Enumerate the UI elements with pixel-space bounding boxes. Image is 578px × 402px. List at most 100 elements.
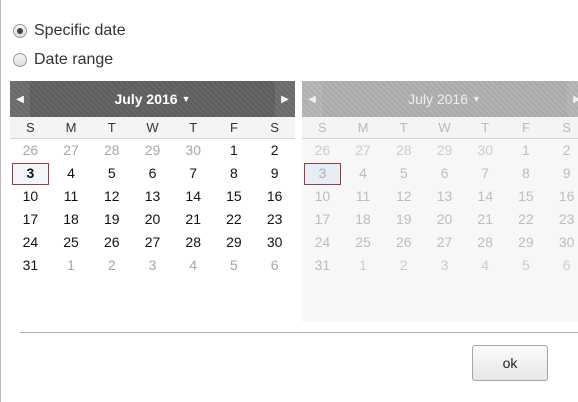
day-cell[interactable]: 12 (91, 185, 132, 208)
day-number: 2 (270, 142, 279, 158)
day-cell[interactable]: 14 (173, 185, 214, 208)
adjacent-month-day-cell: 4 (465, 254, 506, 277)
day-number: 5 (399, 165, 408, 181)
day-cell[interactable]: 29 (214, 231, 255, 254)
month-year-dropdown[interactable]: July 2016 ▼ (115, 91, 191, 107)
day-number: 27 (144, 234, 161, 250)
day-cell[interactable]: 15 (214, 185, 255, 208)
calendar-week-row: 10 11 12 13 14 15 16 (10, 185, 295, 208)
radio-button-checked[interactable] (13, 24, 27, 38)
day-cell[interactable]: 2 (254, 139, 295, 162)
adjacent-month-day-cell[interactable]: 4 (173, 254, 214, 277)
day-number: 5 (522, 257, 530, 273)
adjacent-month-day-cell[interactable]: 3 (132, 254, 173, 277)
adjacent-month-day-cell[interactable]: 6 (254, 254, 295, 277)
day-number: 23 (558, 211, 575, 227)
day-cell[interactable]: 27 (132, 231, 173, 254)
weekday-label: M (65, 120, 77, 135)
day-cell[interactable]: 31 (10, 254, 51, 277)
day-cell[interactable]: 7 (173, 162, 214, 185)
day-number: 1 (359, 257, 367, 273)
adjacent-month-day-cell[interactable]: 5 (214, 254, 255, 277)
weekday-label: W (438, 120, 451, 135)
day-number: 3 (440, 257, 449, 273)
day-number: 29 (518, 234, 534, 250)
radio-label-specific-date: Specific date (34, 22, 126, 39)
day-cell[interactable]: 22 (214, 208, 255, 231)
triangle-right-icon: ▶ (573, 93, 578, 105)
day-number: 1 (522, 142, 530, 158)
day-cell: 27 (424, 231, 465, 254)
radio-button-unchecked[interactable] (13, 53, 27, 67)
day-cell[interactable]: 21 (173, 208, 214, 231)
adjacent-month-day-cell[interactable]: 26 (10, 139, 51, 162)
day-number: 6 (270, 257, 279, 273)
day-cell[interactable]: 13 (132, 185, 173, 208)
radio-date-range[interactable]: Date range (13, 48, 113, 72)
day-number: 28 (395, 142, 412, 158)
day-number: 31 (22, 257, 39, 273)
day-cell[interactable]: 1 (214, 139, 255, 162)
weekday-label: W (146, 120, 159, 135)
day-number: 9 (562, 165, 571, 181)
adjacent-month-day-cell[interactable]: 1 (51, 254, 92, 277)
day-cell[interactable]: 4 (51, 162, 92, 185)
day-cell: 13 (424, 185, 465, 208)
day-cell: 4 (343, 162, 384, 185)
day-number: 21 (477, 211, 493, 227)
day-number: 11 (355, 188, 371, 204)
day-cell[interactable]: 10 (10, 185, 51, 208)
day-number: 24 (314, 234, 331, 250)
month-year-dropdown-disabled: July 2016 ▼ (408, 91, 481, 107)
day-number: 20 (144, 211, 161, 227)
radio-specific-date[interactable]: Specific date (13, 19, 126, 43)
day-number: 25 (63, 234, 79, 250)
day-number: 8 (230, 165, 238, 181)
day-cell[interactable]: 24 (10, 231, 51, 254)
day-cell[interactable]: 19 (91, 208, 132, 231)
day-cell: 9 (546, 162, 578, 185)
day-number: 21 (185, 211, 201, 227)
day-cell[interactable]: 9 (254, 162, 295, 185)
day-cell[interactable]: 30 (254, 231, 295, 254)
weekday-label: S (562, 120, 571, 135)
weekday-label: S (26, 120, 35, 135)
day-cell[interactable]: 6 (132, 162, 173, 185)
day-cell[interactable]: 17 (10, 208, 51, 231)
ok-button[interactable]: ok (472, 345, 548, 381)
day-number: 22 (226, 211, 242, 227)
day-cell[interactable]: 25 (51, 231, 92, 254)
day-number: 30 (477, 142, 493, 158)
day-number: 17 (314, 211, 331, 227)
day-cell[interactable]: 16 (254, 185, 295, 208)
day-cell[interactable]: 8 (214, 162, 255, 185)
next-month-button[interactable]: ▶ (274, 81, 295, 117)
day-cell[interactable]: 11 (51, 185, 92, 208)
day-number: 4 (359, 165, 367, 181)
adjacent-month-day-cell[interactable]: 28 (91, 139, 132, 162)
day-number: 30 (558, 234, 575, 250)
month-year-label: July 2016 (114, 91, 178, 107)
day-cell[interactable]: 26 (91, 231, 132, 254)
day-number: 30 (266, 234, 283, 250)
adjacent-month-day-cell[interactable]: 27 (51, 139, 92, 162)
adjacent-month-day-cell[interactable]: 29 (132, 139, 173, 162)
day-cell[interactable]: 23 (254, 208, 295, 231)
day-cell[interactable]: 18 (51, 208, 92, 231)
selected-day-cell[interactable]: 3 (10, 162, 51, 185)
weekday-label: S (318, 120, 327, 135)
prev-month-button[interactable]: ◀ (10, 81, 30, 117)
triangle-left-icon: ◀ (16, 93, 24, 105)
calendar-week-row: 3 4 5 6 7 8 9 (302, 162, 578, 185)
day-number: 27 (436, 234, 453, 250)
day-number: 18 (355, 211, 371, 227)
day-cell[interactable]: 28 (173, 231, 214, 254)
adjacent-month-day-cell[interactable]: 2 (91, 254, 132, 277)
weekday-header-row: S M T W T F S (10, 117, 295, 139)
day-cell[interactable]: 20 (132, 208, 173, 231)
calendar-week-row: 31 1 2 3 4 5 6 (10, 254, 295, 277)
day-cell: 1 (506, 139, 547, 162)
adjacent-month-day-cell[interactable]: 30 (173, 139, 214, 162)
day-cell: 25 (343, 231, 384, 254)
day-cell[interactable]: 5 (91, 162, 132, 185)
